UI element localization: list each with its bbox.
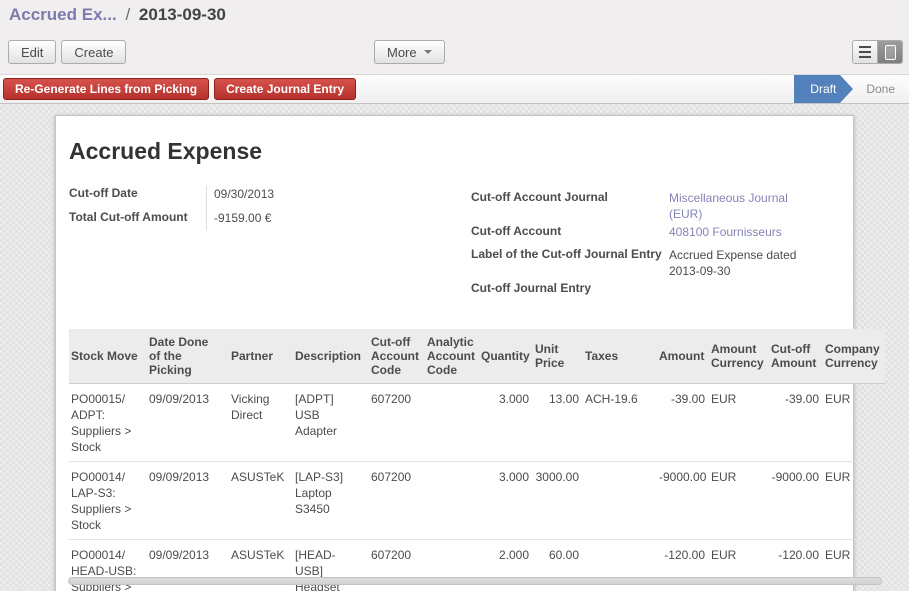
lines-table-head: Stock MoveDate Done of the PickingPartne… [69, 329, 885, 384]
breadcrumb-separator: / [121, 5, 134, 24]
table-cell [425, 384, 479, 462]
column-header: Quantity [479, 329, 533, 384]
column-header: Taxes [583, 329, 657, 384]
breadcrumb-parent-link[interactable]: Accrued Ex... [9, 5, 117, 24]
field-label: Label of the Cut-off Journal Entry [471, 245, 669, 261]
column-header: Cut-off Amount [769, 329, 823, 384]
table-cell: 3000.00 [533, 462, 583, 540]
table-row[interactable]: PO00014/​LAP-S3: Suppliers > Stock09/​09… [69, 462, 885, 540]
column-header: Cut-off Account Code [369, 329, 425, 384]
table-cell: 607200 [369, 384, 425, 462]
edit-create-group: Edit Create [8, 40, 126, 64]
table-cell: -9000.00 [769, 462, 823, 540]
field-row: Cut-off Account408100 Fournisseurs [471, 222, 821, 245]
field-label: Cut-off Journal Entry [471, 279, 669, 295]
field-row: Total Cut-off Amount-9159.00 € [69, 208, 458, 232]
view-switcher [852, 40, 903, 64]
form-view-button[interactable] [877, 41, 902, 63]
breadcrumb-current: 2013-09-30 [139, 5, 226, 24]
field-label: Cut-off Account Journal [471, 188, 669, 204]
page-title: Accrued Expense [69, 138, 853, 165]
column-header: Amount Currency [709, 329, 769, 384]
content-area: Accrued Expense Cut-off Date09/30/2013To… [0, 104, 909, 591]
table-cell: [ADPT] USB Adapter [293, 384, 369, 462]
list-view-icon [859, 46, 871, 58]
lines-table: Stock MoveDate Done of the PickingPartne… [69, 329, 885, 591]
action-buttons: Re-Generate Lines from Picking Create Jo… [3, 78, 356, 100]
table-cell [583, 462, 657, 540]
field-row: Cut-off Journal Entry [471, 279, 821, 302]
table-cell: 09/​09/​2013 [147, 384, 229, 462]
table-cell: EUR [823, 462, 885, 540]
create-journal-entry-button[interactable]: Create Journal Entry [214, 78, 356, 100]
table-cell [425, 462, 479, 540]
table-cell: EUR [709, 384, 769, 462]
form-sheet: Accrued Expense Cut-off Date09/30/2013To… [55, 115, 854, 591]
column-header: Partner [229, 329, 293, 384]
table-cell: 3.000 [479, 384, 533, 462]
table-cell: [LAP-S3] Laptop S3450 [293, 462, 369, 540]
field-group-left: Cut-off Date09/30/2013Total Cut-off Amou… [69, 184, 458, 302]
more-button-label: More [387, 45, 417, 60]
table-cell: EUR [823, 384, 885, 462]
field-value-link[interactable]: Miscellaneous Journal (EUR) [669, 188, 819, 222]
field-row: Cut-off Account JournalMiscellaneous Jou… [471, 188, 821, 222]
table-cell: PO00014/​LAP-S3: Suppliers > Stock [69, 462, 147, 540]
field-row: Cut-off Date09/30/2013 [69, 184, 458, 208]
breadcrumb: Accrued Ex... / 2013-09-30 [9, 5, 226, 25]
column-header: Amount [657, 329, 709, 384]
toolbar: Edit Create More [0, 30, 909, 74]
form-view-icon [885, 45, 896, 60]
column-header: Date Done of the Picking [147, 329, 229, 384]
more-dropdown-wrap: More [374, 40, 445, 64]
regenerate-lines-button[interactable]: Re-Generate Lines from Picking [3, 78, 209, 100]
create-button[interactable]: Create [61, 40, 126, 64]
field-section: Cut-off Date09/30/2013Total Cut-off Amou… [69, 184, 853, 302]
field-group-right: Cut-off Account JournalMiscellaneous Jou… [471, 184, 821, 302]
column-header: Unit Price [533, 329, 583, 384]
table-cell: PO00015/​ADPT: Suppliers > Stock [69, 384, 147, 462]
table-cell: 13.00 [533, 384, 583, 462]
field-label: Cut-off Date [69, 184, 206, 200]
table-cell: ACH-19.6 [583, 384, 657, 462]
lines-table-body: PO00015/​ADPT: Suppliers > Stock09/​09/​… [69, 384, 885, 591]
edit-button[interactable]: Edit [8, 40, 56, 64]
column-header: Description [293, 329, 369, 384]
table-cell: 09/​09/​2013 [147, 462, 229, 540]
table-cell: EUR [709, 462, 769, 540]
column-header: Analytic Account Code [425, 329, 479, 384]
odoo-form-screen: Accrued Ex... / 2013-09-30 Edit Create M… [0, 0, 909, 591]
field-value: Accrued Expense dated 2013-09-30 [669, 245, 819, 279]
field-value: -9159.00 € [206, 208, 271, 226]
field-row: Label of the Cut-off Journal EntryAccrue… [471, 245, 821, 279]
table-cell: ASUSTeK [229, 462, 293, 540]
field-value [669, 279, 819, 281]
field-label: Cut-off Account [471, 222, 669, 238]
table-cell: -39.00 [657, 384, 709, 462]
table-cell: 607200 [369, 462, 425, 540]
table-cell: 3.000 [479, 462, 533, 540]
field-label: Total Cut-off Amount [69, 208, 206, 224]
field-value-link[interactable]: 408100 Fournisseurs [669, 222, 819, 240]
table-cell: Vicking Direct [229, 384, 293, 462]
horizontal-scrollbar[interactable] [68, 577, 882, 585]
lines-table-zone: Stock MoveDate Done of the PickingPartne… [69, 329, 853, 591]
list-view-button[interactable] [853, 41, 877, 63]
action-strip: Re-Generate Lines from Picking Create Jo… [0, 74, 909, 104]
column-header: Stock Move [69, 329, 147, 384]
column-header: Company Currency [823, 329, 885, 384]
breadcrumb-bar: Accrued Ex... / 2013-09-30 [0, 0, 909, 30]
status-draft: Draft [794, 75, 840, 103]
table-cell: -9000.00 [657, 462, 709, 540]
table-row[interactable]: PO00015/​ADPT: Suppliers > Stock09/​09/​… [69, 384, 885, 462]
field-value: 09/30/2013 [206, 184, 274, 202]
statusbar: Draft Done [794, 75, 909, 103]
chevron-down-icon [424, 50, 432, 54]
table-cell: -39.00 [769, 384, 823, 462]
more-button[interactable]: More [374, 40, 445, 64]
